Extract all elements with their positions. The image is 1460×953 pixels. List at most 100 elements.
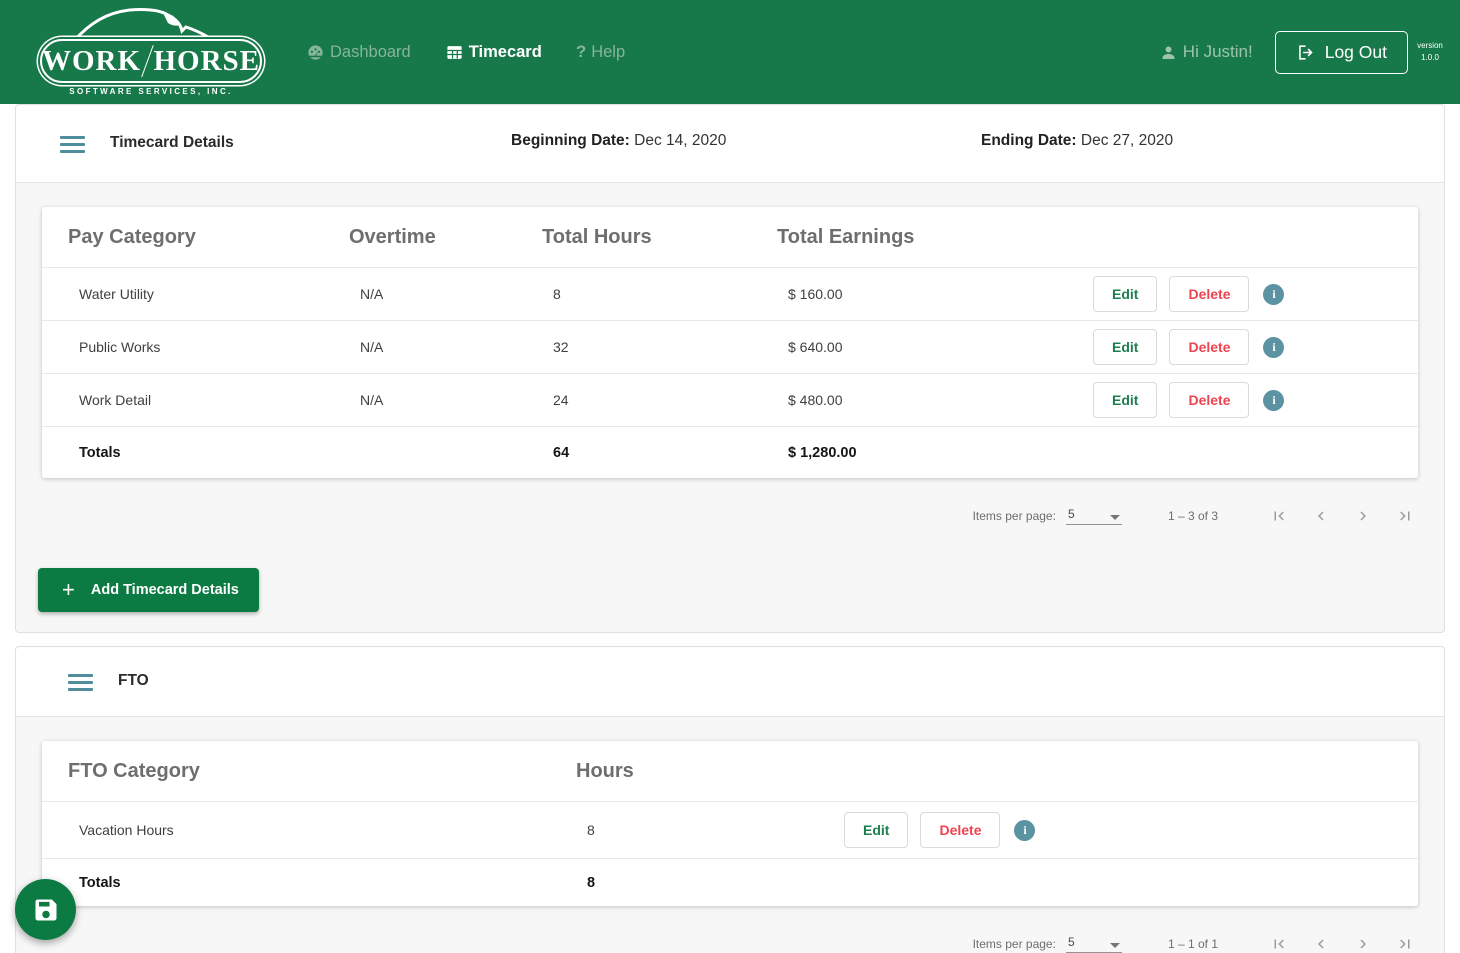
add-timecard-details-button[interactable]: + Add Timecard Details <box>38 568 259 612</box>
chevron-down-icon <box>1110 943 1120 948</box>
col-total-earnings: Total Earnings <box>777 226 1082 249</box>
previous-page-icon[interactable] <box>1312 507 1330 525</box>
info-icon[interactable]: i <box>1014 820 1035 841</box>
edit-button[interactable]: Edit <box>844 812 908 848</box>
save-button[interactable] <box>15 879 76 940</box>
timecard-section-header: Timecard Details Beginning Date: Dec 14,… <box>16 105 1444 183</box>
cell-overtime: N/A <box>349 392 542 408</box>
fto-section-title: FTO <box>118 672 149 690</box>
col-total-hours: Total Hours <box>542 226 777 249</box>
next-page-icon[interactable] <box>1354 507 1372 525</box>
cell-pay-category: Work Detail <box>68 392 349 408</box>
horse-head-icon <box>68 7 234 41</box>
version-info: version 1.0.0 <box>1408 40 1452 64</box>
ending-date-value: Dec 27, 2020 <box>1081 132 1173 149</box>
main-nav: Dashboard Timecard ? Help <box>306 42 625 62</box>
beginning-date: Beginning Date: Dec 14, 2020 <box>511 132 726 150</box>
fto-menu-icon[interactable] <box>68 674 93 695</box>
edit-button[interactable]: Edit <box>1093 276 1157 312</box>
first-page-icon[interactable] <box>1270 935 1288 953</box>
fto-table: FTO Category Hours Vacation Hours 8 Edit… <box>42 741 1418 906</box>
cell-total-hours: 24 <box>542 392 777 408</box>
table-row: Vacation Hours 8 Edit Delete i <box>42 801 1418 858</box>
help-question-icon: ? <box>576 42 586 62</box>
cell-total-earnings: $ 480.00 <box>777 392 1082 408</box>
info-icon[interactable]: i <box>1263 390 1284 411</box>
previous-page-icon[interactable] <box>1312 935 1330 953</box>
timecard-paginator: Items per page: 5 1 – 3 of 3 <box>16 494 1414 538</box>
info-icon[interactable]: i <box>1263 284 1284 305</box>
timecard-section-title: Timecard Details <box>110 134 234 152</box>
nav-dashboard-label: Dashboard <box>330 43 411 62</box>
fto-section-header: FTO <box>16 647 1444 717</box>
fto-panel: FTO FTO Category Hours Vacation Hours 8 … <box>15 646 1445 953</box>
cell-total-hours: 32 <box>542 339 777 355</box>
timecard-table-icon <box>445 43 464 62</box>
totals-earnings: $ 1,280.00 <box>777 445 1082 461</box>
info-icon[interactable]: i <box>1263 337 1284 358</box>
nav-dashboard[interactable]: Dashboard <box>306 43 411 62</box>
items-per-page-label: Items per page: <box>973 937 1056 951</box>
delete-button[interactable]: Delete <box>1169 382 1249 418</box>
top-navigation-bar: WORK HORSE SOFTWARE SERVICES, INC. Dashb… <box>0 0 1460 104</box>
fto-table-header: FTO Category Hours <box>42 741 1418 801</box>
timecard-table: Pay Category Overtime Total Hours Total … <box>42 207 1418 478</box>
logout-button[interactable]: Log Out <box>1275 31 1408 74</box>
col-hours: Hours <box>576 760 833 783</box>
dashboard-gauge-icon <box>306 43 325 62</box>
logo-subtitle: SOFTWARE SERVICES, INC. <box>40 87 262 96</box>
totals-row: Totals 64 $ 1,280.00 <box>42 426 1418 478</box>
table-row: Public Works N/A 32 $ 640.00 Edit Delete… <box>42 320 1418 373</box>
cell-overtime: N/A <box>349 339 542 355</box>
cell-fto-category: Vacation Hours <box>68 822 576 838</box>
workhorse-logo: WORK HORSE SOFTWARE SERVICES, INC. <box>40 7 262 97</box>
ending-date: Ending Date: Dec 27, 2020 <box>981 132 1173 150</box>
nav-timecard[interactable]: Timecard <box>445 43 542 62</box>
plus-icon: + <box>62 579 75 601</box>
items-per-page-value: 5 <box>1068 507 1075 521</box>
cell-total-earnings: $ 640.00 <box>777 339 1082 355</box>
last-page-icon[interactable] <box>1396 935 1414 953</box>
items-per-page-value: 5 <box>1068 935 1075 949</box>
items-per-page-select[interactable]: 5 <box>1066 507 1122 525</box>
edit-button[interactable]: Edit <box>1093 329 1157 365</box>
nav-help[interactable]: ? Help <box>576 42 625 62</box>
col-fto-category: FTO Category <box>68 760 576 783</box>
col-pay-category: Pay Category <box>68 226 349 249</box>
fto-paginator: Items per page: 5 1 – 1 of 1 <box>16 922 1414 953</box>
page-nav-buttons <box>1270 507 1414 525</box>
delete-button[interactable]: Delete <box>920 812 1000 848</box>
ending-date-label: Ending Date: <box>981 132 1077 149</box>
totals-label: Totals <box>68 445 349 461</box>
items-per-page-select[interactable]: 5 <box>1066 935 1122 953</box>
totals-label: Totals <box>68 875 576 891</box>
cell-pay-category: Public Works <box>68 339 349 355</box>
logo-word1: WORK <box>42 45 141 78</box>
beginning-date-value: Dec 14, 2020 <box>634 132 726 149</box>
cell-pay-category: Water Utility <box>68 286 349 302</box>
logout-label: Log Out <box>1325 42 1387 63</box>
next-page-icon[interactable] <box>1354 935 1372 953</box>
totals-row: Totals 8 <box>42 858 1418 906</box>
logo-word2: HORSE <box>153 45 260 78</box>
page-range: 1 – 1 of 1 <box>1168 937 1218 951</box>
delete-button[interactable]: Delete <box>1169 329 1249 365</box>
delete-button[interactable]: Delete <box>1169 276 1249 312</box>
table-row: Work Detail N/A 24 $ 480.00 Edit Delete … <box>42 373 1418 426</box>
timecard-details-panel: Timecard Details Beginning Date: Dec 14,… <box>15 104 1445 633</box>
timecard-menu-icon[interactable] <box>60 136 85 157</box>
table-row: Water Utility N/A 8 $ 160.00 Edit Delete… <box>42 267 1418 320</box>
edit-button[interactable]: Edit <box>1093 382 1157 418</box>
page-range: 1 – 3 of 3 <box>1168 509 1218 523</box>
first-page-icon[interactable] <box>1270 507 1288 525</box>
cell-overtime: N/A <box>349 286 542 302</box>
version-label: version <box>1408 40 1452 52</box>
items-per-page-label: Items per page: <box>973 509 1056 523</box>
topbar-right: Hi Justin! Log Out version 1.0.0 <box>1160 31 1460 74</box>
nav-help-label: Help <box>591 43 625 62</box>
totals-hours: 8 <box>576 875 833 891</box>
add-timecard-details-label: Add Timecard Details <box>91 582 239 598</box>
nav-timecard-label: Timecard <box>469 43 542 62</box>
cell-total-hours: 8 <box>542 286 777 302</box>
last-page-icon[interactable] <box>1396 507 1414 525</box>
